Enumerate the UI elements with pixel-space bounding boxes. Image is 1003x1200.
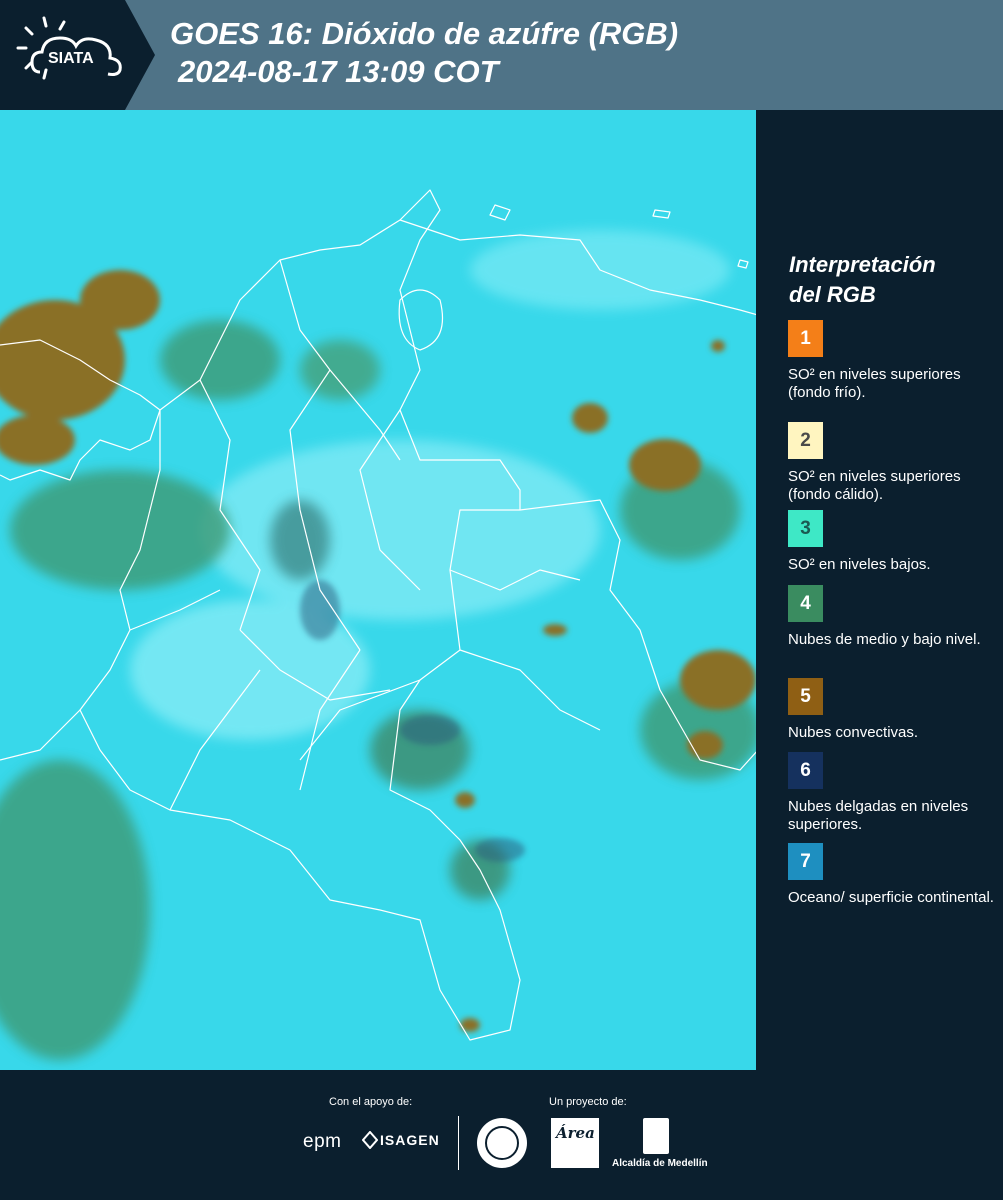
alcaldia-label: Alcaldía de Medellín <box>612 1158 708 1169</box>
legend-swatch: 5 <box>788 678 823 715</box>
legend-title: Interpretación del RGB <box>789 250 936 310</box>
header-bar: SIATA GOES 16: Dióxido de azúfre (RGB) 2… <box>0 0 1003 110</box>
support-label: Con el apoyo de: <box>329 1096 413 1108</box>
area-metropolitana-text: Área <box>556 1124 595 1142</box>
legend-item-5: 5 Nubes convectivas. <box>788 678 998 742</box>
legend-swatch: 7 <box>788 843 823 880</box>
legend-swatch: 4 <box>788 585 823 622</box>
footer: Con el apoyo de: Un proyecto de: epm ISA… <box>0 1070 1003 1200</box>
legend-label: SO² en niveles superiores (fondo cálido)… <box>788 468 961 503</box>
siata-logo-graphic: SIATA <box>0 0 155 110</box>
project-label: Un proyecto de: <box>549 1096 627 1108</box>
legend-title-line1: Interpretación <box>789 252 936 277</box>
footer-divider <box>458 1116 459 1170</box>
epm-logo: epm <box>303 1131 342 1152</box>
legend-item-3: 3 SO² en niveles bajos. <box>788 510 998 574</box>
siata-logo-text: SIATA <box>48 50 94 67</box>
satellite-image <box>0 110 756 1070</box>
siata-logo: SIATA <box>0 0 160 110</box>
legend-item-4: 4 Nubes de medio y bajo nivel. <box>788 585 998 649</box>
page-datetime: 2024-08-17 13:09 COT <box>178 54 499 89</box>
isagen-logo: ISAGEN <box>362 1130 458 1152</box>
legend-swatch: 1 <box>788 320 823 357</box>
legend-label: SO² en niveles bajos. <box>788 556 931 573</box>
legend-title-line2: del RGB <box>789 282 876 307</box>
legend-panel: Interpretación del RGB 1 SO² en niveles s… <box>760 110 1003 1070</box>
legend-swatch: 6 <box>788 752 823 789</box>
legend-label: SO² en niveles superiores (fondo frío). <box>788 366 961 401</box>
page-title: GOES 16: Dióxido de azúfre (RGB) <box>170 16 679 51</box>
legend-swatch: 2 <box>788 422 823 459</box>
legend-item-7: 7 Oceano/ superficie continental. <box>788 843 998 907</box>
isagen-mark-icon <box>362 1131 378 1149</box>
legend-item-2: 2 SO² en niveles superiores (fondo cálido… <box>788 422 998 504</box>
legend-item-1: 1 SO² en niveles superiores (fondo frío). <box>788 320 998 402</box>
alcaldia-shield-icon <box>643 1118 669 1154</box>
satellite-map <box>0 110 758 1070</box>
isagen-text: ISAGEN <box>380 1132 440 1148</box>
legend-label: Nubes convectivas. <box>788 724 919 741</box>
legend-swatch: 3 <box>788 510 823 547</box>
legend-item-6: 6 Nubes delgadas en niveles superiores. <box>788 752 998 834</box>
legend-label: Nubes delgadas en niveles superiores. <box>788 798 969 833</box>
medellin-seal-icon <box>477 1118 527 1168</box>
legend-label: Nubes de medio y bajo nivel. <box>788 631 981 648</box>
legend-label: Oceano/ superficie continental. <box>788 889 994 906</box>
